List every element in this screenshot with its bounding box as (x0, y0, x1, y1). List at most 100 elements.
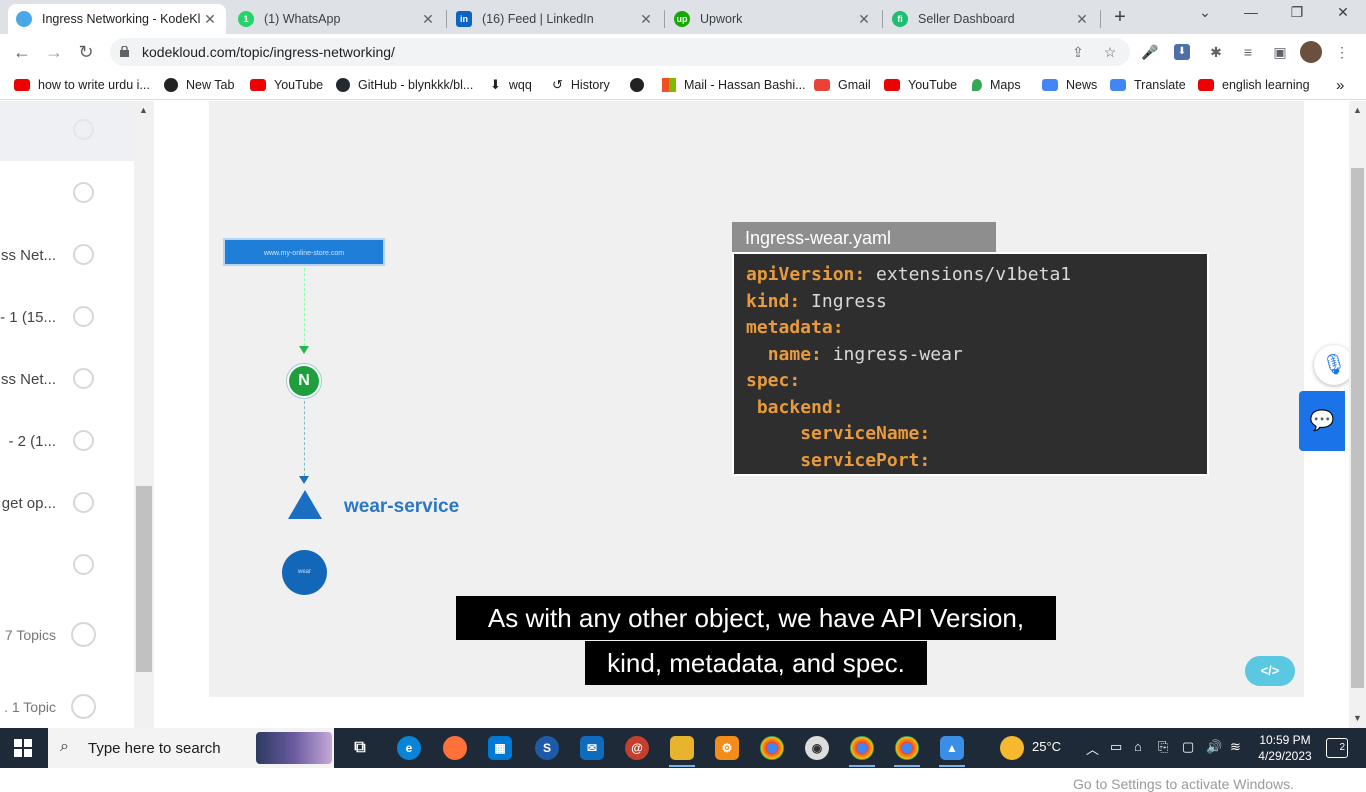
search-placeholder[interactable]: Type here to search (88, 740, 221, 757)
scroll-up-arrow-icon[interactable]: ▲ (139, 105, 148, 115)
display-icon[interactable]: ▢ (1182, 739, 1194, 755)
settings-app-icon[interactable]: ⚙ (715, 736, 739, 760)
sidebar-scrollbar[interactable]: ▲ (134, 101, 154, 728)
completion-circle[interactable] (73, 368, 94, 389)
bookmark-item[interactable]: New Tab (164, 76, 234, 94)
chrome-icon[interactable] (760, 736, 784, 760)
lesson-item[interactable]: 7 Topics (0, 620, 134, 650)
completion-circle[interactable] (73, 554, 94, 575)
lesson-item[interactable]: ss Net... (0, 240, 134, 270)
chrome-profile-icon[interactable] (895, 736, 919, 760)
bookmarks-overflow-icon[interactable]: » (1336, 76, 1344, 94)
omnibox[interactable]: kodekloud.com/topic/ingress-networking/ … (110, 38, 1130, 66)
restore-icon[interactable]: ❐ (1282, 4, 1312, 28)
photos-icon[interactable]: ▲ (940, 736, 964, 760)
spiral-app-icon[interactable]: @ (625, 736, 649, 760)
close-tab-icon[interactable]: ✕ (420, 11, 436, 28)
mail-icon[interactable]: ✉ (580, 736, 604, 760)
camera-icon[interactable]: ◉ (805, 736, 829, 760)
completion-circle[interactable] (73, 306, 94, 327)
new-tab-button[interactable]: + (1108, 6, 1132, 30)
completion-circle[interactable] (73, 492, 94, 513)
windows-start-icon[interactable] (14, 739, 32, 757)
tab-upwork[interactable]: up Upwork ✕ (666, 4, 880, 34)
url-text[interactable]: kodekloud.com/topic/ingress-networking/ (142, 44, 395, 60)
notification-center-icon[interactable]: 2 (1326, 738, 1348, 758)
completion-circle[interactable] (71, 694, 96, 719)
minimize-icon[interactable]: — (1236, 4, 1266, 28)
store-icon[interactable]: ▦ (488, 736, 512, 760)
side-panel-icon[interactable]: ▣ (1270, 42, 1290, 62)
tab-seller-dashboard[interactable]: fi Seller Dashboard ✕ (884, 4, 1098, 34)
voice-search-icon[interactable]: 🎤 (1140, 42, 1160, 62)
skype-icon[interactable]: S (535, 736, 559, 760)
completion-circle[interactable] (73, 119, 94, 140)
bookmark-item[interactable]: Mail - Hassan Bashi... (662, 76, 806, 94)
microphone-icon[interactable]: 🎙 (1314, 345, 1354, 385)
bookmark-item[interactable]: Maps (972, 76, 1021, 94)
bookmark-item[interactable]: News (1042, 76, 1097, 94)
chrome-profile-icon[interactable] (850, 736, 874, 760)
system-clock[interactable]: 10:59 PM 4/29/2023 (1248, 732, 1322, 764)
bookmark-item[interactable]: english learning (1198, 76, 1310, 94)
lesson-item[interactable] (0, 550, 134, 580)
bookmark-item[interactable]: ⬇ wqq (490, 76, 532, 94)
code-widget-icon[interactable]: </> (1245, 656, 1295, 686)
bookmark-item[interactable]: how to write urdu i... (14, 76, 150, 94)
close-tab-icon[interactable]: ✕ (202, 11, 218, 28)
video-player[interactable]: www.my-online-store.com N wear-service w… (209, 101, 1304, 697)
page-scrollbar[interactable]: ▲ ▼ (1349, 101, 1366, 728)
tab-kodekloud[interactable]: Ingress Networking - KodeKl ✕ (8, 4, 226, 34)
wifi-icon[interactable]: ≋ (1230, 739, 1241, 755)
bookmark-item[interactable] (630, 76, 652, 94)
completion-circle[interactable] (71, 622, 96, 647)
bookmark-item[interactable]: Gmail (814, 76, 871, 94)
tab-search-icon[interactable]: ⌄ (1190, 4, 1220, 28)
bookmark-item[interactable]: YouTube (884, 76, 957, 94)
sidebar-scroll-thumb[interactable] (136, 486, 152, 672)
completion-circle[interactable] (73, 430, 94, 451)
bookmark-item[interactable]: Translate (1110, 76, 1186, 94)
taskbar-search[interactable]: ⌕ Type here to search (48, 728, 334, 768)
lesson-item[interactable]: - 1 (15... (0, 302, 134, 332)
volume-icon[interactable]: 🔊 (1206, 739, 1222, 755)
close-tab-icon[interactable]: ✕ (638, 11, 654, 28)
close-tab-icon[interactable]: ✕ (856, 11, 872, 28)
lesson-item[interactable] (0, 115, 134, 145)
task-view-icon[interactable]: ⧉ (348, 736, 372, 760)
reading-list-icon[interactable]: ≡ (1238, 42, 1258, 62)
tab-linkedin[interactable]: in (16) Feed | LinkedIn ✕ (448, 4, 662, 34)
lesson-item[interactable]: - 2 (1... (0, 426, 134, 456)
menu-kebab-icon[interactable]: ⋮ (1332, 42, 1352, 62)
close-tab-icon[interactable]: ✕ (1074, 11, 1090, 28)
scroll-up-arrow-icon[interactable]: ▲ (1353, 105, 1362, 115)
download-extension-icon[interactable]: ⬇ (1174, 44, 1190, 60)
bookmark-star-icon[interactable]: ☆ (1100, 42, 1120, 62)
scroll-down-arrow-icon[interactable]: ▼ (1353, 713, 1362, 723)
weather-temperature[interactable]: 25°C (1032, 739, 1061, 754)
forward-arrow-icon[interactable]: → (42, 40, 66, 64)
usb-icon[interactable]: ⎘ (1158, 739, 1168, 755)
bookmark-item[interactable]: YouTube (250, 76, 323, 94)
lesson-item[interactable]: . 1 Topic (0, 692, 134, 722)
reload-icon[interactable]: ↻ (74, 40, 98, 64)
chat-bubble-icon[interactable]: 💬 (1299, 391, 1345, 451)
completion-circle[interactable] (73, 244, 94, 265)
bookmark-item[interactable]: GitHub - blynkkk/bl... (336, 76, 473, 94)
back-arrow-icon[interactable]: ← (10, 40, 34, 64)
completion-circle[interactable] (73, 182, 94, 203)
lesson-item[interactable]: ss Net... (0, 364, 134, 394)
lesson-item[interactable] (0, 178, 134, 208)
page-scroll-thumb[interactable] (1351, 168, 1364, 688)
edge-icon[interactable]: e (397, 736, 421, 760)
close-window-icon[interactable]: ✕ (1328, 4, 1358, 28)
share-icon[interactable]: ⇪ (1068, 42, 1088, 62)
tab-whatsapp[interactable]: 1 (1) WhatsApp ✕ (230, 4, 444, 34)
extensions-puzzle-icon[interactable]: ✱ (1206, 42, 1226, 62)
profile-avatar[interactable] (1300, 41, 1322, 63)
chevron-up-icon[interactable]: ︿ (1086, 739, 1099, 758)
lesson-item[interactable]: get op... (0, 488, 134, 518)
firefox-icon[interactable] (443, 736, 467, 760)
network-icon[interactable]: ⌂ (1134, 739, 1142, 754)
battery-icon[interactable]: ▭ (1110, 739, 1122, 755)
